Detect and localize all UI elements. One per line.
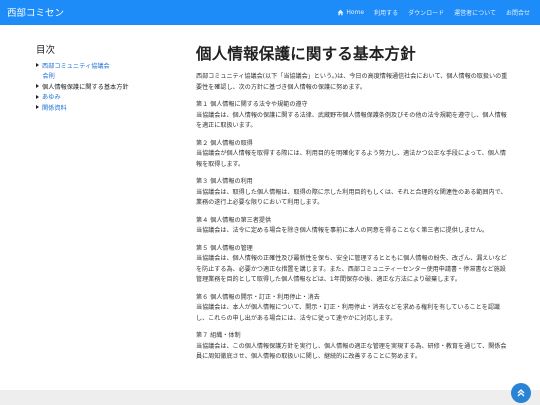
section-heading: 第４ 個人情報の第三者提供 [196, 216, 272, 224]
main-content: 個人情報保護に関する基本方針 西部コミュニティ協議会(以下「当協議会」という。)… [196, 42, 508, 363]
section-heading: 第１ 個人情報に関する法令や規範の遵守 [196, 101, 308, 108]
section-heading: 第３ 個人情報の利用 [196, 178, 253, 185]
site-brand[interactable]: 西部コミセン [7, 5, 64, 19]
toc-item-history[interactable]: あゆみ [36, 92, 176, 103]
toc-list: 西部コミュニティ協議会 会則 個人情報保護に関する基本方針 あゆみ 関係資料 [36, 60, 176, 113]
policy-section: 第５ 個人情報の管理 当協議会は、個人情報の正確性及び最新性を保ち、安全に管理す… [196, 244, 508, 286]
nav-item-home[interactable]: Home [337, 9, 364, 16]
toc-item-label[interactable]: 関係資料 [42, 103, 67, 112]
footer-bar [0, 390, 540, 405]
section-heading: 第７ 組織・体制 [196, 332, 241, 339]
toc-item-council[interactable]: 西部コミュニティ協議会 [36, 60, 176, 71]
nav-item-contact[interactable]: お問合せ [506, 8, 530, 17]
section-body: 当協議会は、本人が個人情報について、開示・訂正・利用停止・消去などを求める権利を… [196, 304, 501, 322]
section-body: 当協議会は、法令に定める場合を除き個人情報を事前に本人の同意を得ることなく第三者… [196, 227, 489, 234]
section-body: 当協議会は、個人情報の正確性及び最新性を保ち、安全に管理するとともに個人情報の紛… [196, 255, 507, 283]
policy-section: 第１ 個人情報に関する法令や規範の遵守 当協議会は、個人情報の保護に関する法律、… [196, 100, 508, 132]
nav-home-label: Home [346, 9, 365, 16]
policy-section: 第７ 組織・体制 当協議会は、この個人情報保護方針を実行し、個人情報の適正な管理… [196, 331, 508, 363]
intro-paragraph: 西部コミュニティ協議会(以下「当協議会」という。)は、今日の高度情報通信社会にお… [196, 73, 508, 91]
toc-item-label[interactable]: 西部コミュニティ協議会 [42, 61, 110, 70]
caret-right-icon [36, 63, 39, 68]
toc-item-label[interactable]: 会則 [43, 71, 55, 80]
scroll-to-top-button[interactable] [511, 383, 531, 403]
page-title: 個人情報保護に関する基本方針 [196, 45, 416, 63]
section-body: 当協議会は、取得した個人情報は、取得の際に示した利用目的もしくは、それと合理的な… [196, 188, 507, 207]
policy-section: 第６ 個人情報の開示・訂正・利用停止・消去 当協議会は、本人が個人情報について、… [196, 293, 508, 325]
policy-section: 第２ 個人情報の取得 当協議会が個人情報を取得する際には、利用目的を明確化するよ… [196, 139, 508, 171]
nav-menu: Home 利用する ダウンロード 運営者について お問合せ [337, 8, 530, 17]
section-heading: 第２ 個人情報の取得 [196, 139, 253, 147]
caret-right-icon [36, 94, 39, 99]
caret-right-icon [36, 84, 39, 89]
nav-item-usage[interactable]: 利用する [374, 8, 398, 17]
toc-item-privacy-policy[interactable]: 個人情報保護に関する基本方針 [36, 81, 176, 92]
toc-item-label: 個人情報保護に関する基本方針 [42, 83, 129, 91]
policy-section: 第３ 個人情報の利用 当協議会は、取得した個人情報は、取得の際に示した利用目的も… [196, 177, 508, 209]
toc-title: 目次 [36, 45, 56, 56]
nav-item-download[interactable]: ダウンロード [408, 8, 444, 17]
home-icon [338, 9, 344, 16]
policy-section: 第４ 個人情報の第三者提供 当協議会は、法令に定める場合を除き個人情報を事前に本… [196, 216, 508, 237]
toc-item-materials[interactable]: 関係資料 [36, 102, 176, 113]
toc-item-label[interactable]: あゆみ [42, 92, 61, 101]
table-of-contents: 目次 西部コミュニティ協議会 会則 個人情報保護に関する基本方針 あゆみ 関係資… [36, 42, 176, 113]
double-chevron-up-icon [517, 389, 525, 397]
section-heading: 第５ 個人情報の管理 [196, 244, 253, 252]
toc-item-bylaws[interactable]: 会則 [36, 71, 176, 82]
section-body: 当協議会は、個人情報の保護に関する法律、武蔵野市個人情報保護条例及びその他の法令… [196, 111, 507, 130]
section-heading: 第６ 個人情報の開示・訂正・利用停止・消去 [196, 293, 320, 301]
section-body: 当協議会は、この個人情報保護方針を実行し、個人情報の適正な管理を実現する為、研修… [196, 342, 507, 361]
top-navbar: 西部コミセン Home 利用する ダウンロード 運営者について お問合せ [0, 0, 540, 25]
caret-right-icon [36, 105, 39, 110]
section-body: 当協議会が個人情報を取得する際には、利用目的を明確化するよう努力し、適法かつ公正… [196, 150, 506, 168]
nav-item-about[interactable]: 運営者について [454, 8, 496, 17]
